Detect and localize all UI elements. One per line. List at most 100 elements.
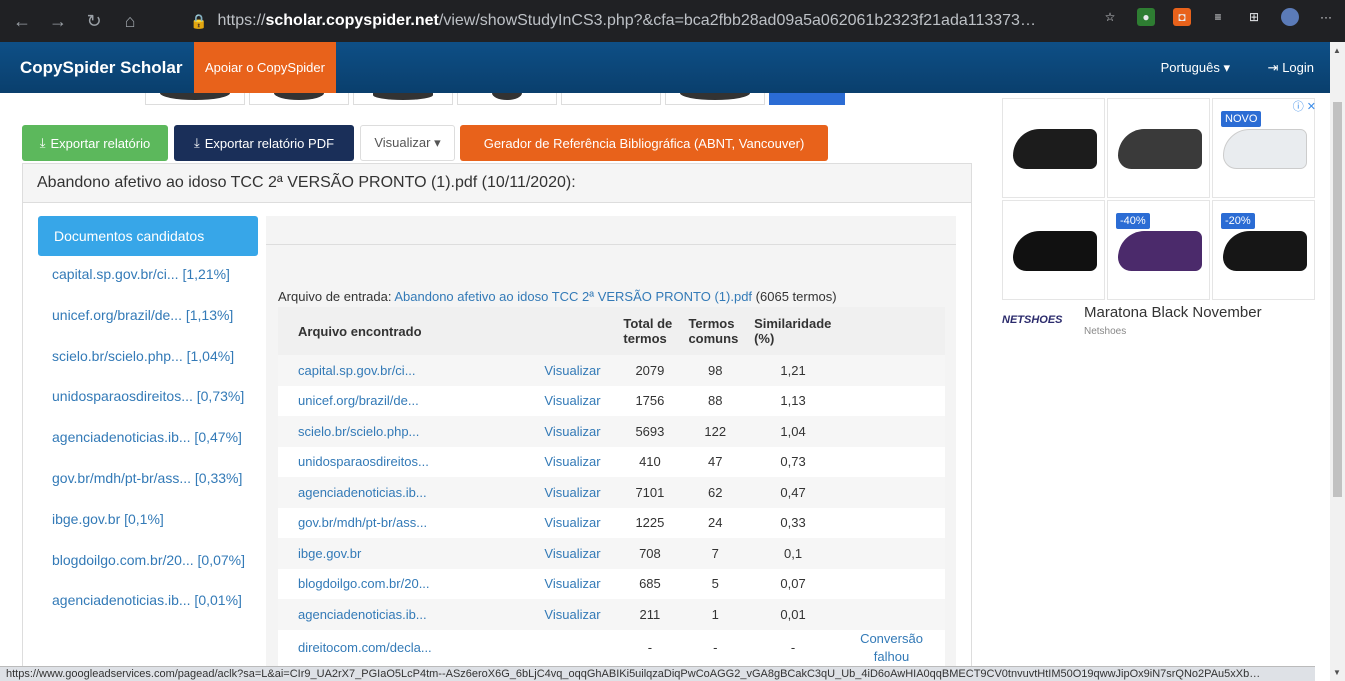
favorites-list-icon[interactable]: ≡: [1209, 8, 1227, 26]
view-link[interactable]: [538, 629, 618, 666]
table-row: gov.br/mdh/pt-br/ass... Visualizar 1225 24 0…: [278, 507, 945, 538]
found-file-link[interactable]: capital.sp.gov.br/ci...: [278, 355, 539, 386]
refresh-icon[interactable]: ↻: [80, 7, 108, 35]
thumbnail[interactable]: [145, 93, 245, 105]
export-pdf-button[interactable]: ⤓ Exportar relatório PDF: [174, 125, 354, 161]
candidate-item[interactable]: scielo.br/scielo.php... [1,04%]: [38, 338, 258, 379]
found-file-link[interactable]: scielo.br/scielo.php...: [278, 416, 539, 447]
ad-caption[interactable]: NETSHOES Maratona Black November Netshoe…: [1002, 304, 1318, 344]
found-file-link[interactable]: gov.br/mdh/pt-br/ass...: [278, 507, 539, 538]
advertisement[interactable]: NOVO -40% -20% ⓘ ✕: [1002, 98, 1318, 302]
thumbnail[interactable]: [665, 93, 765, 105]
language-dropdown[interactable]: Português ▾: [1161, 60, 1230, 76]
view-link[interactable]: Visualizar: [538, 355, 618, 386]
ad-product-tile[interactable]: [1002, 98, 1105, 198]
forward-icon[interactable]: →: [44, 7, 72, 35]
ad-product-tile[interactable]: -40%: [1107, 200, 1210, 300]
conversion-status[interactable]: [838, 538, 945, 569]
common-terms: 7: [682, 538, 749, 569]
badge-discount: -40%: [1116, 213, 1150, 229]
candidate-item[interactable]: agenciadenoticias.ib... [0,01%]: [38, 582, 258, 623]
table-row: ibge.gov.br Visualizar 708 7 0,1: [278, 538, 945, 569]
found-file-link[interactable]: agenciadenoticias.ib...: [278, 477, 539, 508]
found-file-link[interactable]: agenciadenoticias.ib...: [278, 599, 539, 630]
conversion-status[interactable]: [838, 355, 945, 386]
support-button[interactable]: Apoiar o CopySpider: [194, 42, 336, 93]
thumbnail[interactable]: [561, 93, 661, 105]
candidates-header[interactable]: Documentos candidatos: [38, 216, 258, 256]
found-file-link[interactable]: blogdoilgo.com.br/20...: [278, 568, 539, 599]
thumbnail[interactable]: [457, 93, 557, 105]
common-terms: 62: [682, 477, 749, 508]
table-row: scielo.br/scielo.php... Visualizar 5693 122…: [278, 416, 945, 447]
similarity: -: [748, 629, 839, 666]
scroll-down-icon[interactable]: ▼: [1333, 668, 1341, 677]
input-file-terms: (6065 termos): [755, 289, 837, 304]
shield-extension-icon[interactable]: ●: [1137, 8, 1155, 26]
total-terms: -: [617, 629, 683, 666]
candidate-item[interactable]: ibge.gov.br [0,1%]: [38, 501, 258, 542]
view-link[interactable]: Visualizar: [538, 568, 618, 599]
conversion-status[interactable]: [838, 568, 945, 599]
candidate-item[interactable]: unidosparaosdireitos... [0,73%]: [38, 378, 258, 419]
brand-logo[interactable]: CopySpider Scholar: [20, 58, 182, 78]
scroll-thumb[interactable]: [1333, 102, 1342, 497]
table-header-row: Arquivo encontrado Total de termos Termos…: [278, 307, 945, 355]
scroll-up-icon[interactable]: ▲: [1333, 46, 1341, 55]
conversion-status[interactable]: [838, 599, 945, 630]
view-link[interactable]: Visualizar: [538, 599, 618, 630]
found-file-link[interactable]: unidosparaosdireitos...: [278, 446, 539, 477]
conversion-status[interactable]: [838, 477, 945, 508]
conversion-status[interactable]: Conversão falhou: [838, 629, 945, 666]
view-dropdown[interactable]: Visualizar ▾: [360, 125, 455, 161]
found-file-link[interactable]: unicef.org/brazil/de...: [278, 385, 539, 416]
candidate-item[interactable]: agenciadenoticias.ib... [0,47%]: [38, 419, 258, 460]
ad-product-tile[interactable]: -20%: [1212, 200, 1315, 300]
header-sim-b: (%): [754, 331, 775, 346]
header-common: Termos comuns: [682, 307, 749, 355]
total-terms: 7101: [617, 477, 683, 508]
common-terms: 5: [682, 568, 749, 599]
login-link[interactable]: ⇥ Login: [1268, 60, 1314, 76]
home-icon[interactable]: ⌂: [116, 7, 144, 35]
view-link[interactable]: Visualizar: [538, 507, 618, 538]
view-link[interactable]: Visualizar: [538, 538, 618, 569]
address-bar[interactable]: 🔒 https:// scholar.copyspider.net /view/…: [190, 7, 1060, 35]
total-terms: 1225: [617, 507, 683, 538]
view-link[interactable]: Visualizar: [538, 385, 618, 416]
export-report-button[interactable]: ⤓ Exportar relatório: [22, 125, 168, 161]
conversion-status[interactable]: [838, 416, 945, 447]
ad-product-tile[interactable]: [1002, 200, 1105, 300]
download-icon: ⤓: [39, 135, 46, 150]
thumbnail[interactable]: [249, 93, 349, 105]
input-file-link[interactable]: Abandono afetivo ao idoso TCC 2ª VERSÃO …: [394, 289, 752, 304]
ad-product-tile[interactable]: [1107, 98, 1210, 198]
badge-discount: -20%: [1221, 213, 1255, 229]
candidate-item[interactable]: gov.br/mdh/pt-br/ass... [0,33%]: [38, 460, 258, 501]
thumbnail[interactable]: [769, 93, 845, 105]
back-icon[interactable]: ←: [8, 7, 36, 35]
ad-choices-icon[interactable]: ⓘ ✕: [1293, 98, 1316, 114]
conversion-status[interactable]: [838, 446, 945, 477]
candidate-item[interactable]: unicef.org/brazil/de... [1,13%]: [38, 297, 258, 338]
found-file-link[interactable]: direitocom.com/decla...: [278, 629, 539, 666]
view-link[interactable]: Visualizar: [538, 416, 618, 447]
conversion-status[interactable]: [838, 507, 945, 538]
reference-generator-button[interactable]: Gerador de Referência Bibliográfica (ABN…: [460, 125, 828, 161]
candidate-item[interactable]: capital.sp.gov.br/ci... [1,21%]: [38, 256, 258, 297]
found-file-link[interactable]: ibge.gov.br: [278, 538, 539, 569]
similarity: 0,73: [748, 446, 839, 477]
page-scrollbar[interactable]: ▲ ▼: [1330, 42, 1345, 681]
menu-dots-icon[interactable]: ···: [1317, 8, 1335, 26]
collections-icon[interactable]: ⊞: [1245, 8, 1263, 26]
shopping-extension-icon[interactable]: ◘: [1173, 8, 1191, 26]
candidate-item[interactable]: blogdoilgo.com.br/20... [0,07%]: [38, 542, 258, 583]
view-link[interactable]: Visualizar: [538, 477, 618, 508]
header-file: Arquivo encontrado: [278, 307, 539, 355]
thumbnail[interactable]: [353, 93, 453, 105]
profile-avatar[interactable]: [1281, 8, 1299, 26]
header-sim-a: Similaridade: [754, 316, 832, 331]
favorite-star-icon[interactable]: ☆: [1101, 8, 1119, 26]
view-link[interactable]: Visualizar: [538, 446, 618, 477]
conversion-status[interactable]: [838, 385, 945, 416]
